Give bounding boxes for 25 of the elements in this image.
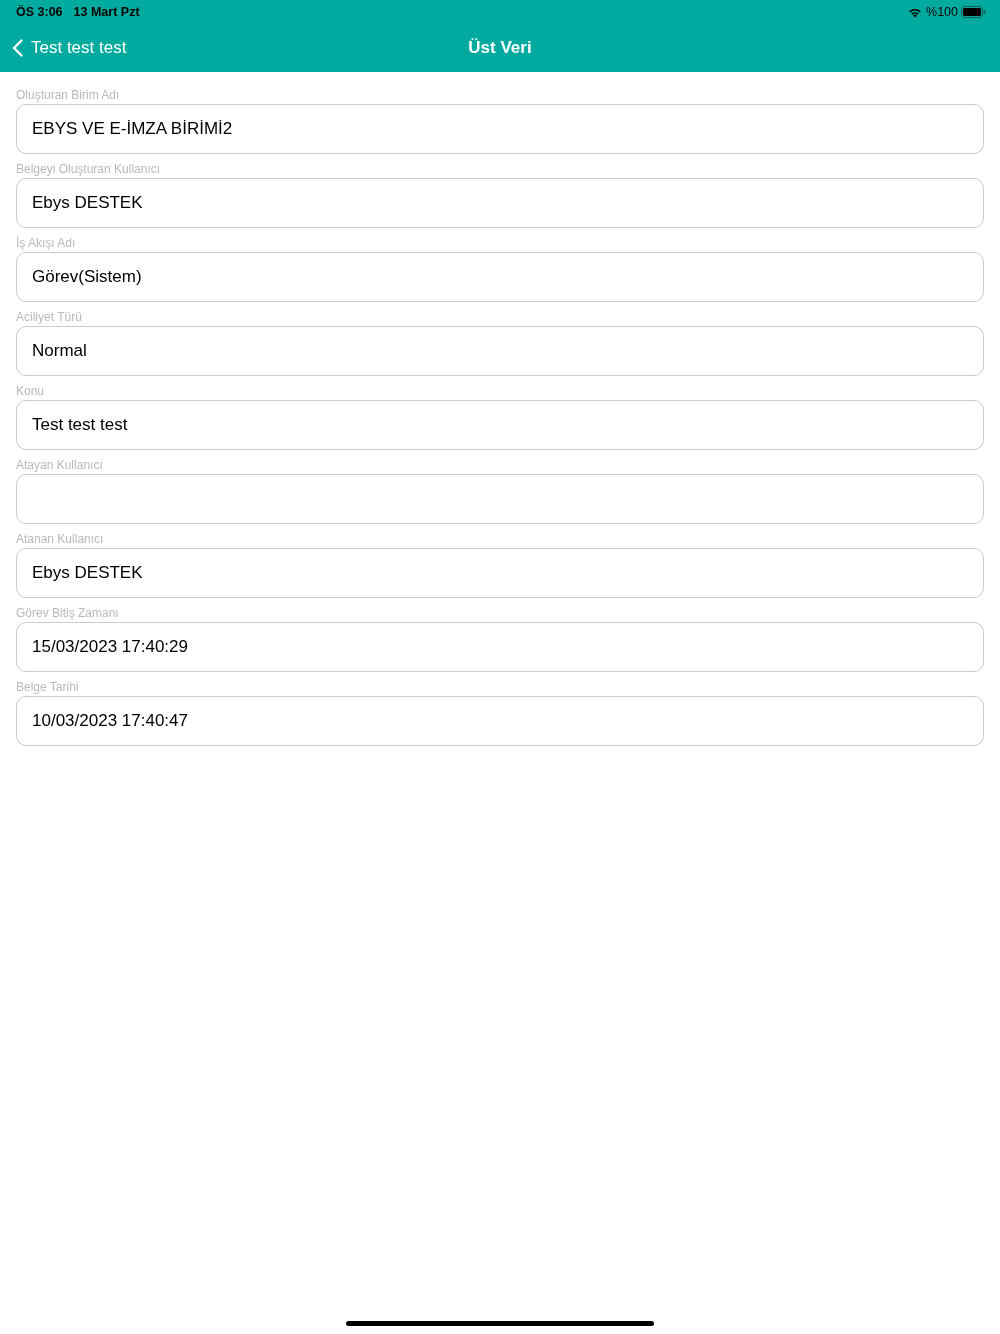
field-label: Belge Tarihi bbox=[16, 680, 79, 694]
text-field[interactable]: Normal bbox=[16, 326, 984, 376]
field-label: Görev Bitiş Zamanı bbox=[16, 606, 119, 620]
field-label: Konu bbox=[16, 384, 45, 398]
text-field[interactable]: 15/03/2023 17:40:29 bbox=[16, 622, 984, 672]
field-label: Atayan Kullanıcı bbox=[16, 458, 103, 472]
text-field[interactable]: Ebys DESTEK bbox=[16, 178, 984, 228]
text-field[interactable]: Görev(Sistem) bbox=[16, 252, 984, 302]
nav-title: Üst Veri bbox=[468, 38, 532, 58]
text-field[interactable] bbox=[16, 474, 984, 524]
text-field[interactable]: EBYS VE E-İMZA BİRİMİ2 bbox=[16, 104, 984, 154]
field-label: Aciliyet Türü bbox=[16, 310, 82, 324]
back-chevron-icon bbox=[12, 39, 23, 57]
field-label: Atanan Kullanıcı bbox=[16, 532, 104, 546]
text-field[interactable]: Ebys DESTEK bbox=[16, 548, 984, 598]
wifi-icon bbox=[908, 6, 922, 18]
field-label: Belgeyi Oluşturan Kullanıcı bbox=[16, 162, 161, 176]
text-field[interactable]: 10/03/2023 17:40:47 bbox=[16, 696, 984, 746]
battery-icon bbox=[961, 6, 986, 18]
field-label: İş Akışı Adı bbox=[16, 236, 76, 250]
field-label: Oluşturan Birim Adı bbox=[16, 88, 120, 102]
status-time: ÖS 3:06 bbox=[16, 5, 63, 19]
battery-percentage: %100 bbox=[926, 5, 958, 19]
text-field[interactable]: Test test test bbox=[16, 400, 984, 450]
status-date: 13 Mart Pzt bbox=[73, 5, 140, 19]
